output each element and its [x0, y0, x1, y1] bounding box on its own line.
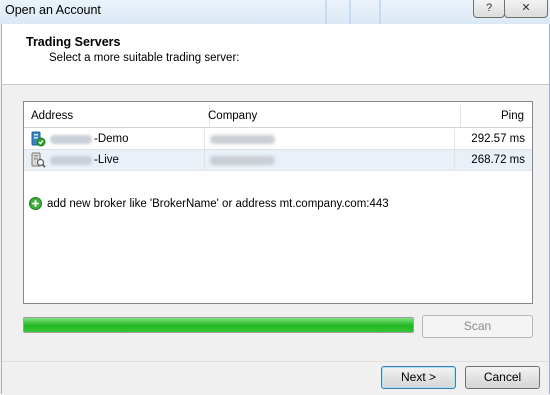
page-title: Trading Servers [26, 35, 121, 49]
server-live-icon [31, 152, 46, 168]
column-header-address[interactable]: Address [24, 105, 210, 127]
server-address: -Live [28, 150, 203, 170]
dialog-body: Trading Servers Select a more suitable t… [1, 24, 550, 394]
company-name-redacted [210, 156, 275, 165]
next-button[interactable]: Next > [381, 366, 456, 389]
server-ping: 292.57 ms [454, 129, 525, 149]
title-decoration [349, 0, 351, 24]
close-button[interactable]: ✕ [504, 0, 548, 18]
add-icon [29, 197, 42, 210]
progress-fill [24, 318, 413, 332]
server-name-redacted [50, 135, 92, 144]
window-title: Open an Account [5, 3, 101, 17]
server-ping: 268.72 ms [454, 150, 525, 170]
cancel-button[interactable]: Cancel [465, 366, 540, 389]
server-company [204, 150, 455, 170]
list-header: Address Company Ping [24, 105, 532, 128]
server-company [204, 129, 455, 149]
help-button[interactable]: ? [473, 0, 505, 18]
title-bar: Open an Account ? ✕ [0, 0, 550, 24]
server-name-redacted [50, 156, 92, 165]
footer-divider [2, 361, 549, 362]
server-row-demo[interactable]: -Demo 292.57 ms [24, 129, 532, 150]
column-header-ping[interactable]: Ping [454, 105, 524, 127]
title-decoration [379, 0, 381, 24]
company-name-redacted [210, 135, 275, 144]
scan-button[interactable]: Scan [422, 315, 533, 338]
scan-progress-bar [23, 317, 414, 333]
wizard-header: Trading Servers Select a more suitable t… [2, 24, 549, 85]
add-broker-text: add new broker like 'BrokerName' or addr… [47, 198, 389, 210]
server-address: -Demo [28, 129, 203, 149]
title-decoration [325, 0, 327, 24]
server-suffix: -Demo [94, 133, 129, 145]
server-demo-icon [31, 131, 46, 147]
add-broker-row[interactable]: add new broker like 'BrokerName' or addr… [24, 194, 532, 214]
page-subtitle: Select a more suitable trading server: [49, 52, 240, 64]
trading-servers-list[interactable]: Address Company Ping -Demo 292.57 ms -Li… [23, 101, 533, 304]
server-suffix: -Live [94, 154, 119, 166]
server-row-live[interactable]: -Live 268.72 ms [24, 149, 532, 171]
column-header-company[interactable]: Company [202, 105, 461, 127]
